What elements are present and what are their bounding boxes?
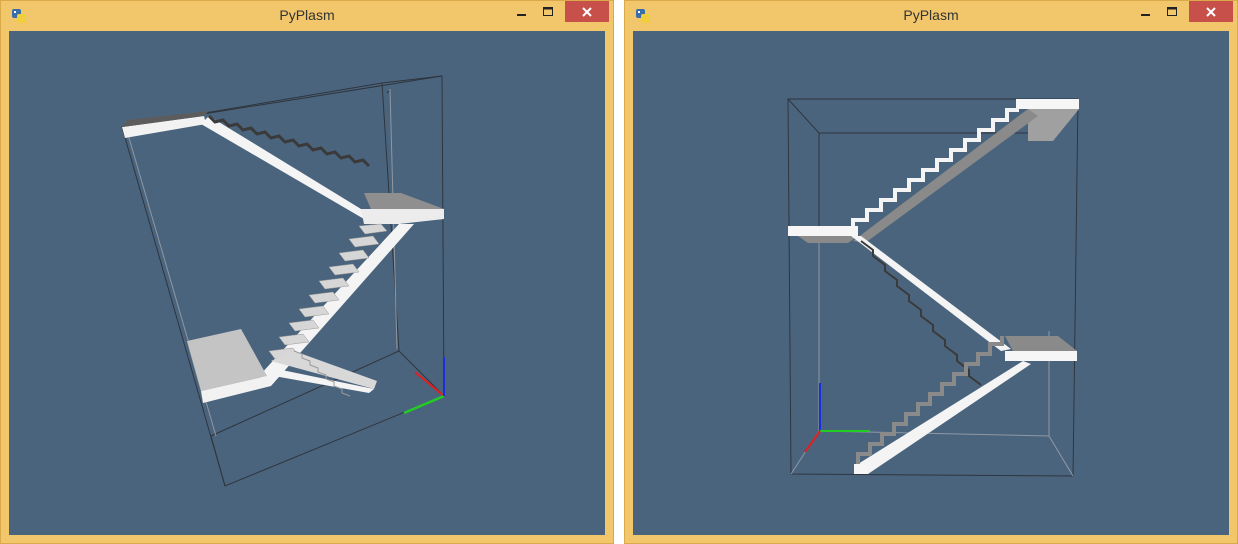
axes-gizmo: [804, 383, 870, 453]
x-axis: [804, 430, 821, 453]
close-button[interactable]: [565, 1, 609, 22]
upper-landing: [122, 111, 209, 138]
close-icon: [1206, 6, 1216, 17]
staircase-render[interactable]: [9, 31, 607, 537]
maximize-icon: [542, 7, 553, 16]
3d-viewport[interactable]: [9, 31, 605, 535]
middle-landing: [361, 193, 444, 224]
upper-flight: [201, 114, 371, 219]
lower-landing: [1005, 336, 1077, 361]
title-bar[interactable]: PyPlasm: [1, 1, 613, 31]
minimize-icon: [517, 14, 526, 16]
lower-flight: [854, 336, 1031, 474]
pyplasm-window-right: PyPlasm: [624, 0, 1238, 544]
close-icon: [582, 6, 592, 17]
upper-flight: [851, 108, 1038, 243]
axes-gizmo: [403, 357, 445, 415]
middle-flight: [851, 236, 1011, 386]
staircase-render[interactable]: [633, 31, 1231, 537]
lower-flight: [271, 350, 377, 397]
pyplasm-window-left: PyPlasm: [0, 0, 614, 544]
maximize-button[interactable]: [533, 1, 563, 23]
lower-landing: [187, 329, 271, 403]
y-axis: [403, 394, 445, 415]
minimize-icon: [1141, 14, 1150, 16]
maximize-button[interactable]: [1157, 1, 1187, 23]
title-bar[interactable]: PyPlasm: [625, 1, 1237, 31]
close-button[interactable]: [1189, 1, 1233, 22]
3d-viewport[interactable]: [633, 31, 1229, 535]
x-axis: [414, 371, 445, 397]
maximize-icon: [1166, 7, 1177, 16]
middle-landing: [788, 226, 858, 243]
